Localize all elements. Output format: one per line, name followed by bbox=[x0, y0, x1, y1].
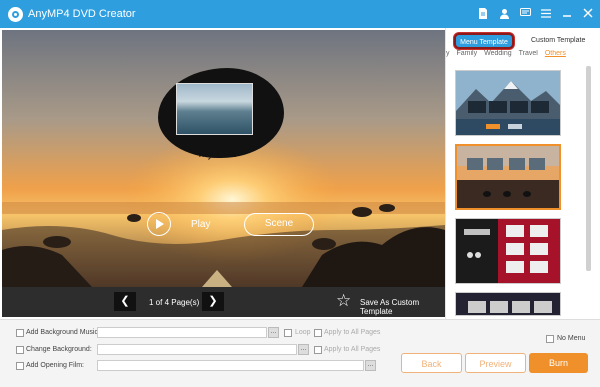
category-others[interactable]: Others bbox=[545, 50, 566, 61]
burn-button[interactable]: Burn bbox=[529, 353, 588, 373]
loop-checkbox[interactable] bbox=[284, 329, 292, 337]
star-icon[interactable]: ☆ bbox=[336, 291, 351, 311]
no-menu-label: No Menu bbox=[557, 335, 586, 342]
disc-title-text[interactable]: My Disc bbox=[173, 148, 263, 160]
title-bar: AnyMP4 DVD Creator bbox=[0, 0, 600, 28]
category-family[interactable]: Family bbox=[457, 50, 478, 61]
prev-arrow-icon[interactable]: ❮ bbox=[114, 292, 136, 311]
tab-custom-template[interactable]: Custom Template bbox=[531, 37, 585, 44]
feedback-icon[interactable] bbox=[519, 7, 531, 19]
template-thumbnail-sunset[interactable] bbox=[455, 144, 561, 210]
category-y[interactable]: y bbox=[446, 50, 450, 61]
page-navigation-bar: ❮ 1 of 4 Page(s) ❯ ☆ Save As Custom Temp… bbox=[2, 287, 445, 317]
scene-button[interactable]: Scene bbox=[244, 213, 314, 236]
apply-all-bg-label: Apply to All Pages bbox=[324, 346, 381, 353]
minimize-icon[interactable] bbox=[561, 7, 573, 19]
template-thumbnail-mountains[interactable] bbox=[455, 70, 561, 136]
template-category-list: y Family Wedding Travel Others bbox=[446, 50, 596, 61]
category-travel[interactable]: Travel bbox=[519, 50, 538, 61]
app-logo-icon bbox=[8, 7, 23, 22]
tab-menu-template[interactable]: Menu Template bbox=[454, 33, 514, 49]
preview-button[interactable]: Preview bbox=[465, 353, 526, 373]
window-controls bbox=[477, 7, 594, 19]
disc-thumbnail-image[interactable] bbox=[176, 83, 253, 135]
template-scrollbar-thumb[interactable] bbox=[586, 66, 591, 271]
opening-film-browse-button[interactable]: ... bbox=[365, 360, 376, 371]
bg-music-checkbox[interactable] bbox=[16, 329, 24, 337]
change-bg-label: Change Background: bbox=[26, 346, 92, 353]
change-bg-browse-button[interactable]: ... bbox=[298, 344, 309, 355]
close-icon[interactable] bbox=[582, 7, 594, 19]
template-thumbnail-red[interactable] bbox=[455, 218, 561, 284]
menu-icon[interactable] bbox=[540, 7, 552, 19]
change-bg-checkbox[interactable] bbox=[16, 346, 24, 354]
back-button[interactable]: Back bbox=[401, 353, 462, 373]
menu-preview[interactable]: My Disc Play Scene ❮ 1 of 4 Page(s) ❯ ☆ … bbox=[2, 30, 445, 317]
document-icon[interactable] bbox=[477, 7, 489, 19]
bg-music-input[interactable] bbox=[97, 327, 267, 338]
template-thumbnail-partial[interactable] bbox=[455, 292, 561, 316]
opening-film-label: Add Opening Film: bbox=[26, 362, 84, 369]
no-menu-checkbox[interactable] bbox=[546, 335, 554, 343]
category-wedding[interactable]: Wedding bbox=[484, 50, 512, 61]
apply-all-bg-checkbox[interactable] bbox=[314, 346, 322, 354]
next-arrow-icon[interactable]: ❯ bbox=[202, 292, 224, 311]
bg-music-browse-button[interactable]: ... bbox=[268, 327, 279, 338]
opening-film-input[interactable] bbox=[97, 360, 364, 371]
play-button-label[interactable]: Play bbox=[191, 219, 210, 230]
save-custom-template-button[interactable]: Save As Custom Template bbox=[360, 298, 445, 316]
opening-film-checkbox[interactable] bbox=[16, 362, 24, 370]
app-title: AnyMP4 DVD Creator bbox=[28, 8, 136, 20]
user-icon[interactable] bbox=[498, 7, 510, 19]
apply-all-music-label: Apply to All Pages bbox=[324, 329, 381, 336]
loop-label: Loop bbox=[295, 329, 311, 336]
play-icon[interactable] bbox=[147, 212, 171, 236]
bg-music-label: Add Background Music: bbox=[26, 329, 100, 336]
change-bg-input[interactable] bbox=[97, 344, 297, 355]
apply-all-music-checkbox[interactable] bbox=[314, 329, 322, 337]
page-indicator: 1 of 4 Page(s) bbox=[149, 298, 200, 307]
